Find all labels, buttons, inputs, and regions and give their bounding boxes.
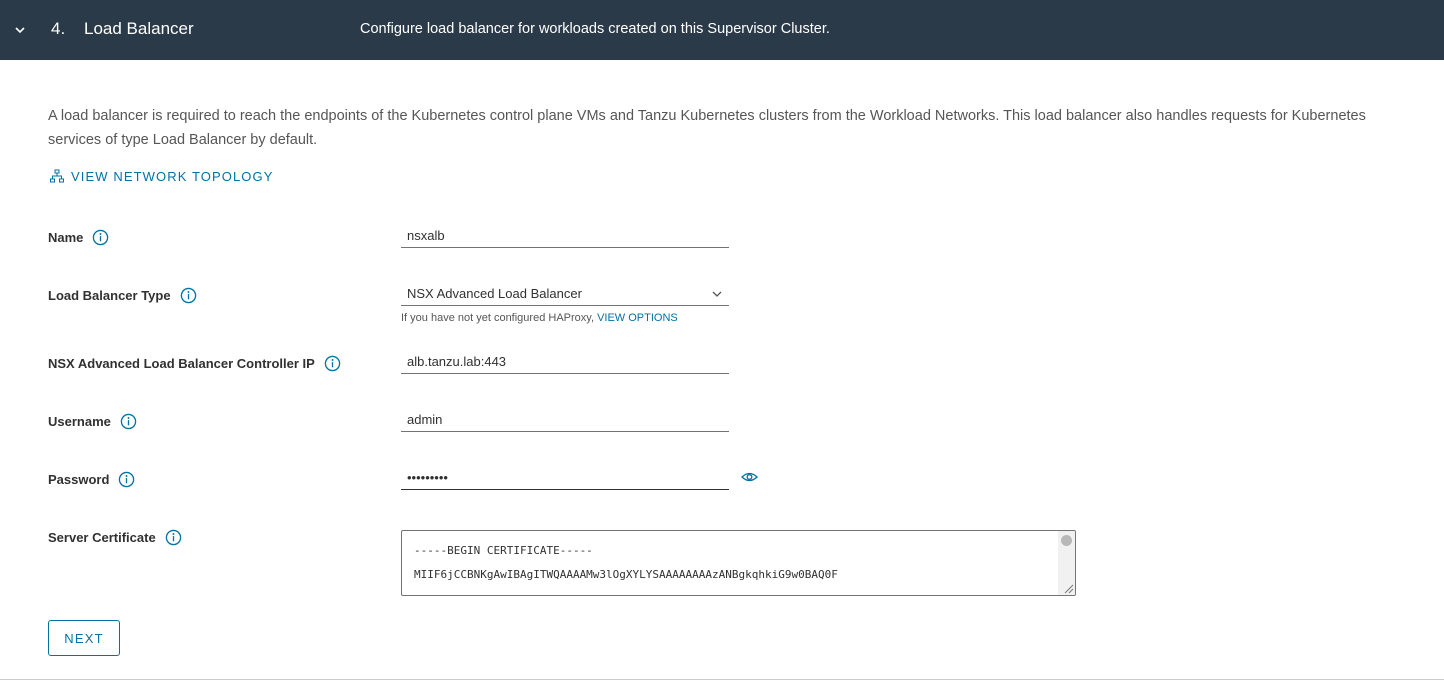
info-icon[interactable] [118, 471, 135, 488]
scrollbar-thumb[interactable] [1061, 535, 1072, 546]
load-balancer-type-label: Load Balancer Type [48, 287, 197, 304]
load-balancer-type-select[interactable]: NSX Advanced Load Balancer [401, 282, 729, 306]
next-button[interactable]: NEXT [48, 620, 120, 656]
name-input[interactable] [401, 224, 729, 248]
description-line-2: services of type Load Balancer by defaul… [48, 132, 318, 148]
info-icon[interactable] [92, 229, 109, 246]
server-certificate-label: Server Certificate [48, 529, 182, 546]
chevron-down-icon [712, 291, 722, 297]
bottom-divider [0, 679, 1444, 680]
username-input[interactable] [401, 408, 729, 432]
description-line-1: A load balancer is required to reach the… [48, 108, 1366, 124]
certificate-line-2: MIIF6jCCBNKgAwIBAgITWQAAAAMw3lOgXYLYSAAA… [414, 568, 838, 581]
controller-ip-label: NSX Advanced Load Balancer Controller IP [48, 355, 341, 372]
load-balancer-type-value: NSX Advanced Load Balancer [407, 286, 582, 301]
info-icon[interactable] [165, 529, 182, 546]
network-topology-icon [50, 169, 64, 183]
step-title: Load Balancer [84, 19, 194, 38]
username-label: Username [48, 413, 137, 430]
info-icon[interactable] [180, 287, 197, 304]
step-number: 4. [51, 19, 66, 38]
certificate-text: -----BEGIN CERTIFICATE----- MIIF6jCCBNKg… [402, 531, 1075, 595]
load-balancer-helper: If you have not yet configured HAProxy, … [401, 312, 678, 324]
eye-icon[interactable] [741, 470, 758, 484]
password-label: Password [48, 471, 135, 488]
chevron-down-icon[interactable] [13, 23, 27, 37]
resize-handle-icon[interactable] [1062, 582, 1074, 594]
server-certificate-textarea[interactable]: -----BEGIN CERTIFICATE----- MIIF6jCCBNKg… [401, 530, 1076, 596]
view-network-topology-label: VIEW NETWORK TOPOLOGY [71, 168, 274, 184]
step-description: Configure load balancer for workloads cr… [360, 21, 830, 37]
view-network-topology-link[interactable]: VIEW NETWORK TOPOLOGY [50, 168, 273, 184]
info-icon[interactable] [120, 413, 137, 430]
info-icon[interactable] [324, 355, 341, 372]
step-header[interactable]: 4. Load Balancer Configure load balancer… [0, 0, 1444, 60]
certificate-line-1: -----BEGIN CERTIFICATE----- [414, 544, 593, 557]
view-options-link[interactable]: VIEW OPTIONS [597, 312, 678, 324]
section-description: A load balancer is required to reach the… [48, 104, 1444, 152]
controller-ip-input[interactable] [401, 350, 729, 374]
password-input[interactable] [401, 466, 729, 490]
name-label: Name [48, 229, 109, 246]
